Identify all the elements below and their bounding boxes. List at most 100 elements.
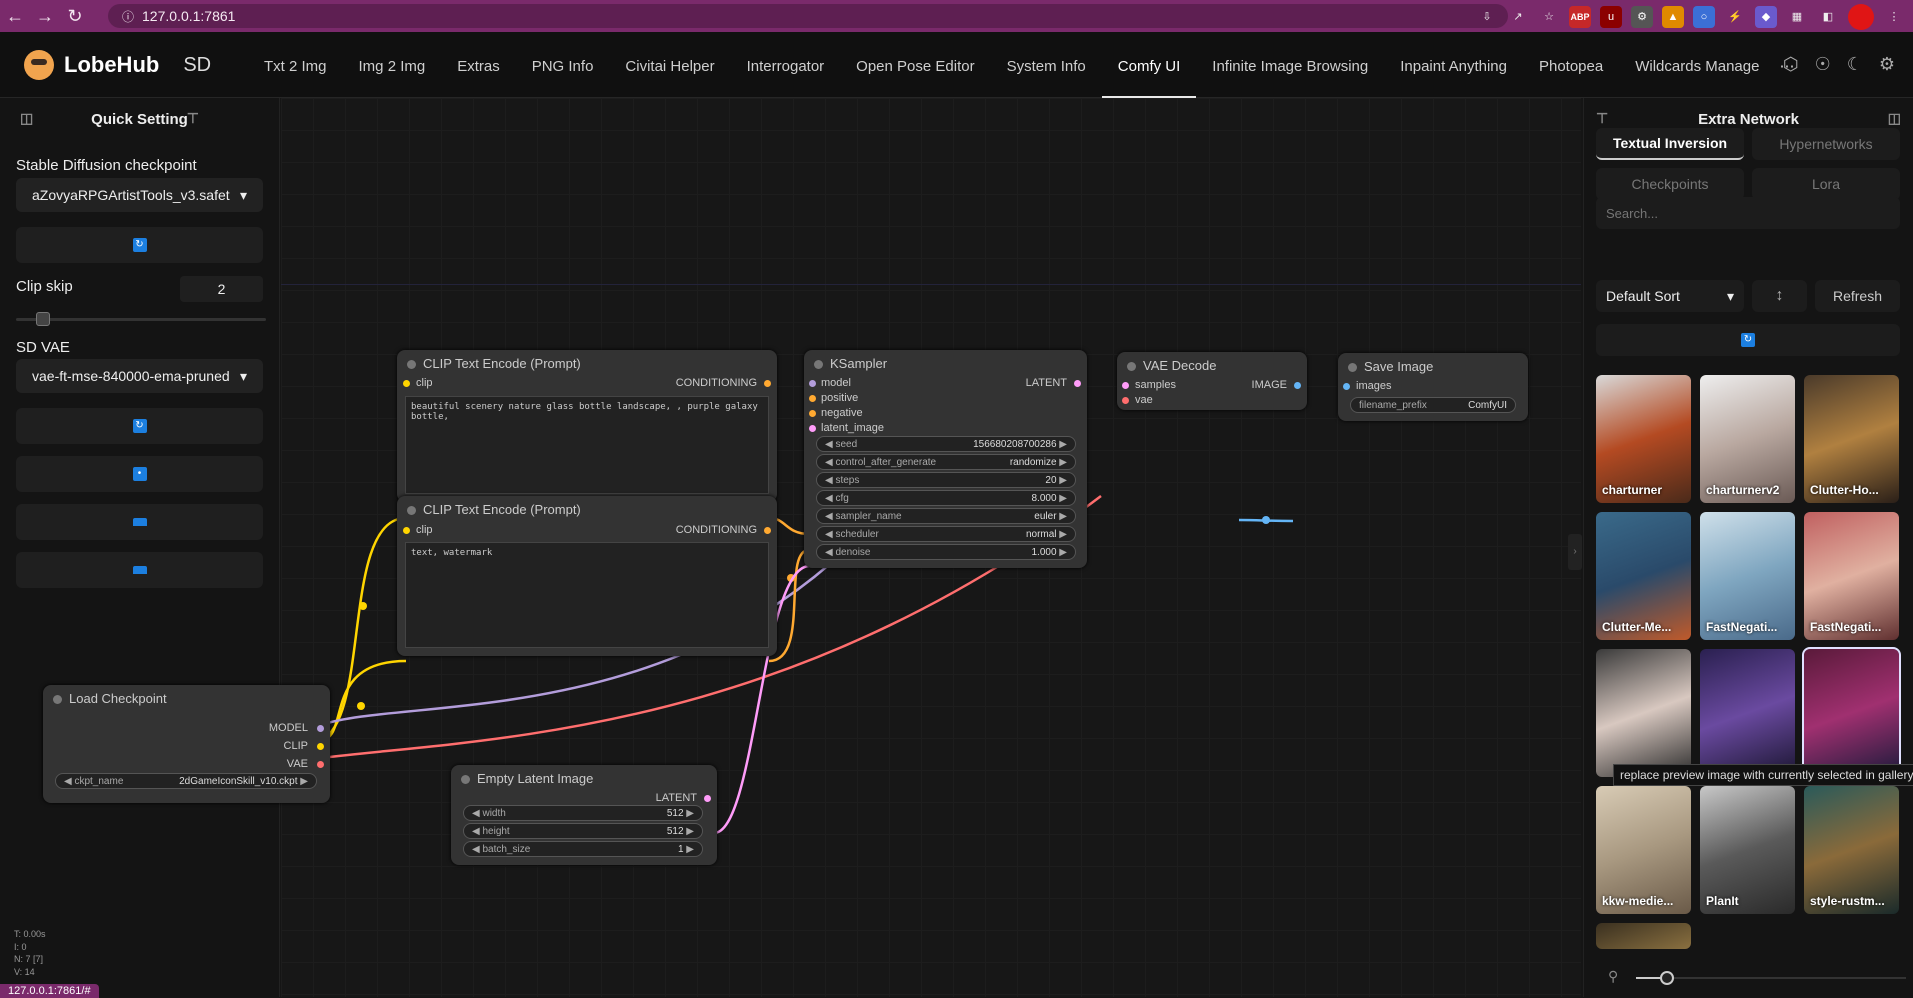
sidebar-toggle-icon[interactable]: ◫ xyxy=(20,110,33,127)
abp-icon[interactable]: ABP xyxy=(1569,6,1591,28)
puzzle-icon[interactable]: ▦ xyxy=(1786,6,1808,28)
extension-icon[interactable]: ▲ xyxy=(1662,6,1684,28)
sidepanel-icon[interactable]: ◧ xyxy=(1817,6,1839,28)
thumbnail-card[interactable]: style-rustm... xyxy=(1804,786,1899,914)
extension-icon[interactable]: ⚙ xyxy=(1631,6,1653,28)
thumbnail-card[interactable]: charturner xyxy=(1596,375,1691,503)
clip-text-encode-node[interactable]: CLIP Text Encode (Prompt) clip CONDITION… xyxy=(397,496,777,656)
input-port-dot[interactable] xyxy=(403,527,410,534)
address-bar[interactable]: ⓘ 127.0.0.1:7861 xyxy=(108,4,1508,28)
input-port-dot[interactable] xyxy=(809,380,816,387)
reload-icon[interactable]: ↻ xyxy=(60,0,90,32)
output-port-dot[interactable] xyxy=(317,761,324,768)
thumbnail-card[interactable] xyxy=(1700,649,1795,777)
thumbnail-card[interactable]: FastNegati... xyxy=(1804,512,1899,640)
collapse-handle[interactable]: › xyxy=(1568,534,1582,570)
replace-preview-button[interactable]: ↻ xyxy=(1596,324,1900,356)
input-port-dot[interactable] xyxy=(1343,383,1350,390)
checkpoint-select[interactable]: aZovyaRPGArtistTools_v3.safet ▾ xyxy=(16,178,263,212)
tab-checkpoints[interactable]: Checkpoints xyxy=(1596,168,1744,200)
tab-png-info[interactable]: PNG Info xyxy=(516,32,610,98)
batch-size-widget[interactable]: ◀ batch_size 1 ▶ xyxy=(463,841,703,857)
thumbnail-card[interactable]: kkw-medie... xyxy=(1596,786,1691,914)
profile-avatar[interactable] xyxy=(1848,4,1874,30)
thumbnail-card[interactable] xyxy=(1596,649,1691,777)
input-port-dot[interactable] xyxy=(809,395,816,402)
control-after-generate-widget[interactable]: ◀ control_after_generate randomize ▶ xyxy=(816,454,1076,470)
zoom-slider[interactable] xyxy=(1636,971,1906,985)
upload-button[interactable] xyxy=(16,552,263,588)
filename-prefix-widget[interactable]: filename_prefix ComfyUI xyxy=(1350,397,1516,413)
thumbnail-card[interactable]: Clutter-Me... xyxy=(1596,512,1691,640)
input-port-dot[interactable] xyxy=(1122,382,1129,389)
sort-direction-icon[interactable]: ↕ xyxy=(1752,280,1807,312)
thumbnail-card[interactable] xyxy=(1596,923,1691,949)
tab-open-pose-editor[interactable]: Open Pose Editor xyxy=(840,32,990,98)
output-port-dot[interactable] xyxy=(764,527,771,534)
ksampler-node[interactable]: KSampler model positive negative latent_… xyxy=(804,350,1087,568)
comfy-graph-canvas[interactable]: CLIP Text Encode (Prompt) clip CONDITION… xyxy=(281,98,1581,997)
extension-icon[interactable]: ◆ xyxy=(1755,6,1777,28)
output-port-dot[interactable] xyxy=(764,380,771,387)
clip-skip-slider-handle[interactable] xyxy=(35,312,50,326)
prompt-textarea[interactable]: beautiful scenery nature glass bottle la… xyxy=(405,396,769,494)
input-port-dot[interactable] xyxy=(809,425,816,432)
tab-lora[interactable]: Lora xyxy=(1752,168,1900,200)
tab-hypernetworks[interactable]: Hypernetworks xyxy=(1752,128,1900,160)
tab-inpaint-anything[interactable]: Inpaint Anything xyxy=(1384,32,1523,98)
tab-extras[interactable]: Extras xyxy=(441,32,516,98)
upload-button[interactable] xyxy=(16,504,263,540)
pin-icon[interactable]: ⊤ xyxy=(1596,110,1608,127)
cfg-widget[interactable]: ◀ cfg 8.000 ▶ xyxy=(816,490,1076,506)
tab-civitai-helper[interactable]: Civitai Helper xyxy=(609,32,730,98)
clip-skip-slider[interactable] xyxy=(16,312,266,326)
output-port-dot[interactable] xyxy=(1074,380,1081,387)
refresh-vae-button[interactable]: ↻ xyxy=(16,408,263,444)
install-icon[interactable]: ⇩ xyxy=(1476,6,1498,28)
clip-skip-input[interactable]: 2 xyxy=(180,276,263,302)
tab-system-info[interactable]: System Info xyxy=(991,32,1102,98)
refresh-checkpoint-button[interactable]: ↻ xyxy=(16,227,263,263)
tab-interrogator[interactable]: Interrogator xyxy=(731,32,841,98)
thumbnail-card[interactable]: charturnerv2 xyxy=(1700,375,1795,503)
output-port-dot[interactable] xyxy=(317,743,324,750)
gear-icon[interactable]: ⚙ xyxy=(1879,54,1895,75)
prompt-textarea[interactable]: text, watermark xyxy=(405,542,769,648)
github-icon[interactable]: ☉ xyxy=(1815,54,1831,75)
zoom-slider-handle[interactable] xyxy=(1660,971,1674,985)
bolt-icon[interactable]: ⚡ xyxy=(1724,6,1746,28)
input-port-dot[interactable] xyxy=(1122,397,1129,404)
vae-select[interactable]: vae-ft-mse-840000-ema-pruned ▾ xyxy=(16,359,263,393)
thumbnail-card[interactable]: PlanIt xyxy=(1700,786,1795,914)
pin-icon[interactable]: ⊤ xyxy=(187,110,199,127)
menu-icon[interactable]: ⋮ xyxy=(1883,6,1905,28)
input-port-dot[interactable] xyxy=(809,410,816,417)
vae-decode-node[interactable]: VAE Decode samples vae IMAGE xyxy=(1117,352,1307,410)
theme-moon-icon[interactable]: ☾ xyxy=(1847,54,1863,75)
refresh-button[interactable]: Refresh xyxy=(1815,280,1900,312)
tab-txt2img[interactable]: Txt 2 Img xyxy=(248,32,343,98)
thumbnail-card[interactable] xyxy=(1802,647,1901,779)
tab-photopea[interactable]: Photopea xyxy=(1523,32,1619,98)
sort-select[interactable]: Default Sort ▾ xyxy=(1596,280,1744,312)
sidebar-toggle-icon[interactable]: ◫ xyxy=(1888,110,1901,127)
thumbnail-card[interactable]: Clutter-Ho... xyxy=(1804,375,1899,503)
share-icon[interactable]: ↗ xyxy=(1507,6,1529,28)
star-icon[interactable]: ☆ xyxy=(1538,6,1560,28)
empty-latent-image-node[interactable]: Empty Latent Image LATENT ◀ width 512 ▶ ◀… xyxy=(451,765,717,865)
ublock-icon[interactable]: u xyxy=(1600,6,1622,28)
search-input[interactable] xyxy=(1596,197,1900,229)
input-port-dot[interactable] xyxy=(403,380,410,387)
chat-icon[interactable]: ○ xyxy=(1693,6,1715,28)
steps-widget[interactable]: ◀ steps 20 ▶ xyxy=(816,472,1076,488)
seed-widget[interactable]: ◀ seed 156680208700286 ▶ xyxy=(816,436,1076,452)
clip-text-encode-node[interactable]: CLIP Text Encode (Prompt) clip CONDITION… xyxy=(397,350,777,502)
denoise-widget[interactable]: ◀ denoise 1.000 ▶ xyxy=(816,544,1076,560)
tab-comfy-ui[interactable]: Comfy UI xyxy=(1101,32,1197,98)
tab-img2img[interactable]: Img 2 Img xyxy=(343,32,442,98)
forward-icon[interactable]: → xyxy=(30,0,60,32)
output-port-dot[interactable] xyxy=(704,795,711,802)
back-icon[interactable]: ← xyxy=(0,0,30,32)
tab-textual-inversion[interactable]: Textual Inversion xyxy=(1596,128,1744,160)
tab-infinite-image-browsing[interactable]: Infinite Image Browsing xyxy=(1196,32,1384,98)
